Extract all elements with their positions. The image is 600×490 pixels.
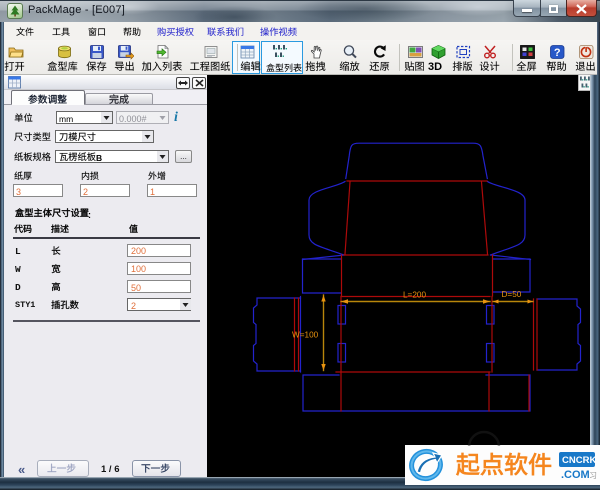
svg-text:D=50: D=50 bbox=[502, 290, 522, 299]
svg-text:?: ? bbox=[554, 47, 561, 59]
svg-text:L=200: L=200 bbox=[403, 291, 426, 300]
svg-text:W=100: W=100 bbox=[292, 331, 319, 340]
